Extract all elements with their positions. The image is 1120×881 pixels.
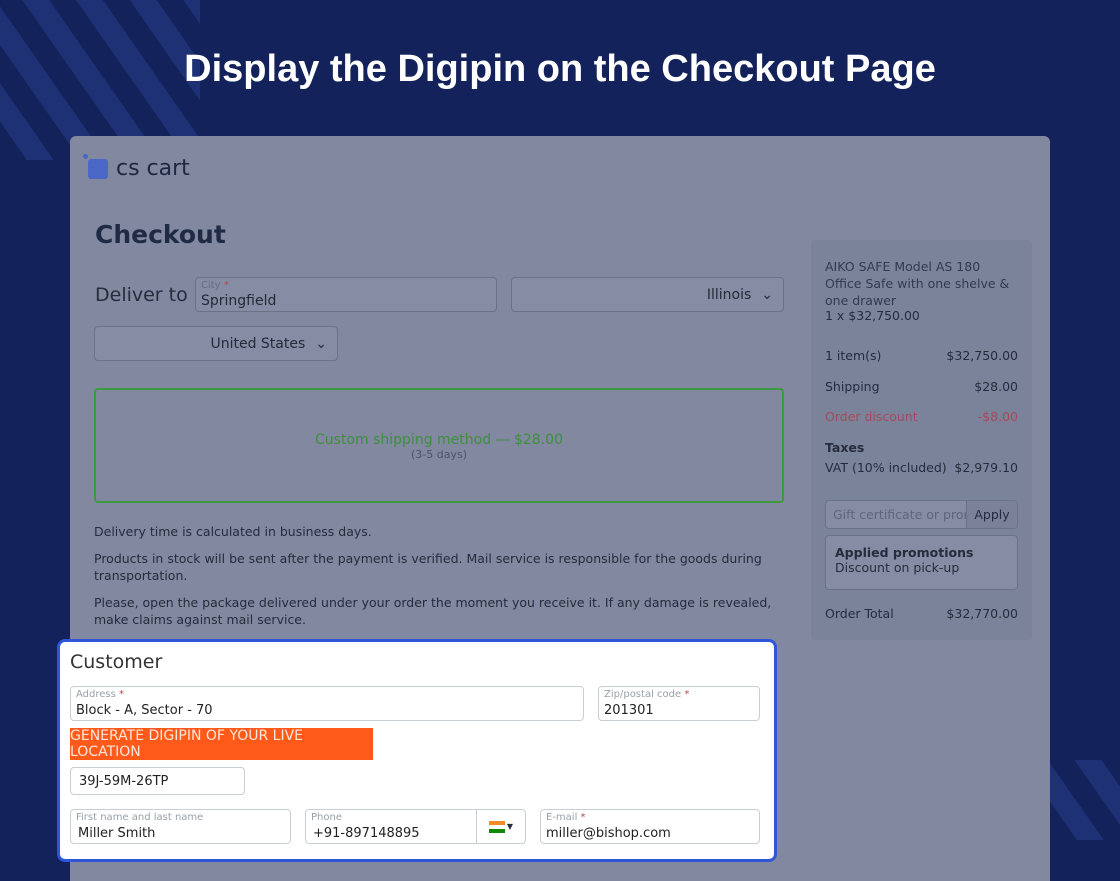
phone-input[interactable]: Phone +91-897148895 ▼ — [305, 809, 526, 844]
apply-button[interactable]: Apply — [966, 501, 1017, 528]
logo: cs cart — [83, 153, 190, 181]
logo-icon — [83, 153, 108, 179]
order-summary: AIKO SAFE Model AS 180 Office Safe with … — [811, 240, 1032, 640]
shipping-method-option[interactable]: Custom shipping method — $28.00 (3-5 day… — [94, 388, 784, 503]
page-heading: Display the Digipin on the Checkout Page — [184, 48, 936, 90]
digipin-input[interactable]: 39J-59M-26TP — [70, 767, 245, 795]
customer-section: Customer Address * Block - A, Sector - 70… — [57, 639, 777, 862]
chevron-down-icon: ⌄ — [761, 286, 773, 303]
address-input[interactable]: Address * Block - A, Sector - 70 — [70, 686, 584, 721]
page-title: Checkout — [95, 220, 226, 249]
name-input[interactable]: First name and last name Miller Smith — [70, 809, 291, 844]
state-select[interactable]: Illinois ⌄ — [511, 277, 784, 312]
caret-down-icon: ▼ — [506, 822, 514, 831]
country-select[interactable]: United States ⌄ — [94, 326, 338, 361]
promo-code-input[interactable]: Gift certificate or promo code Apply — [825, 500, 1018, 529]
delivery-note: Delivery time is calculated in business … — [94, 524, 372, 539]
zip-input[interactable]: Zip/postal code * 201301 — [598, 686, 760, 721]
delivery-note: Products in stock will be sent after the… — [94, 551, 762, 583]
city-input[interactable]: City * Springfield — [195, 277, 497, 312]
generate-digipin-button[interactable]: GENERATE DIGIPIN OF YOUR LIVE LOCATION — [70, 728, 373, 760]
india-flag-icon — [488, 820, 505, 833]
applied-promotions: Applied promotions Discount on pick-up — [825, 535, 1018, 590]
decorative-stripes — [1050, 760, 1120, 840]
product-qty-price: 1 x $32,750.00 — [825, 308, 920, 323]
email-input[interactable]: E-mail * miller@bishop.com — [540, 809, 760, 844]
chevron-down-icon: ⌄ — [315, 335, 327, 352]
product-name[interactable]: AIKO SAFE Model AS 180 Office Safe with … — [825, 258, 1015, 309]
delivery-note: Please, open the package delivered under… — [94, 595, 772, 627]
customer-title: Customer — [70, 651, 163, 673]
country-code-dropdown[interactable]: ▼ — [476, 810, 525, 843]
deliver-label: Deliver to — [95, 284, 188, 306]
